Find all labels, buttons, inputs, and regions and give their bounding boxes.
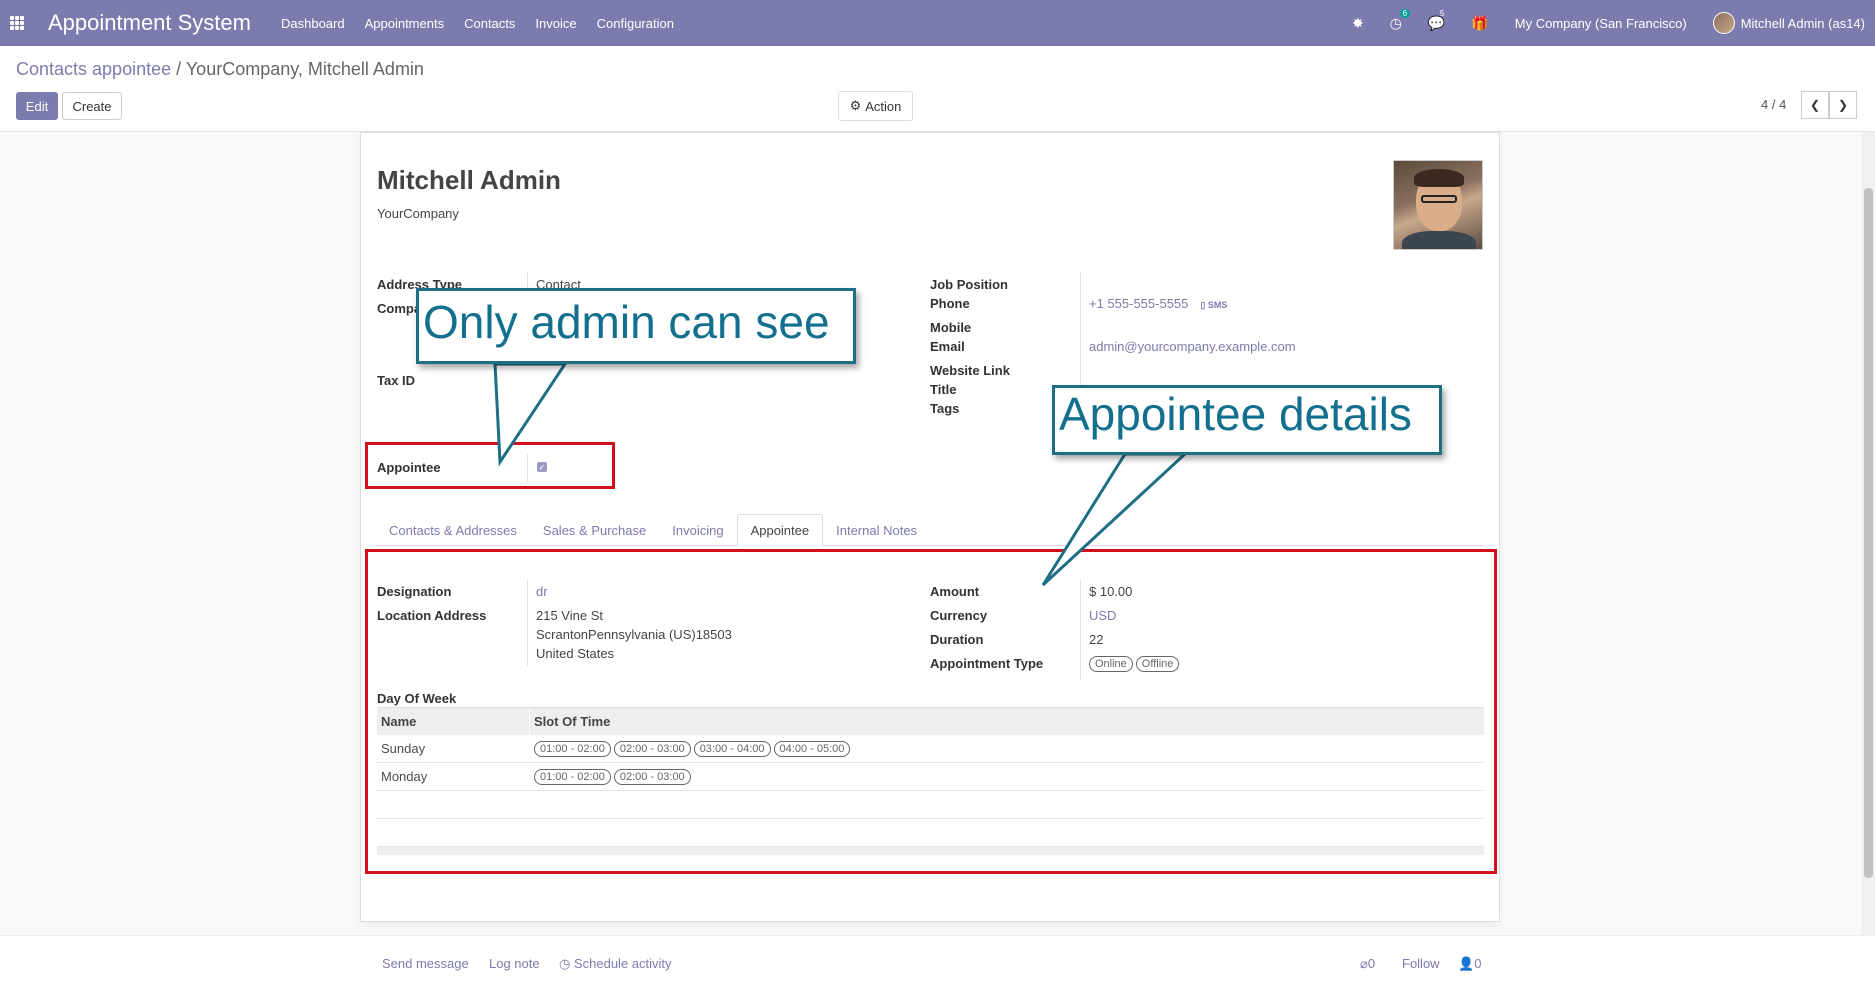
menu-invoice[interactable]: Invoice (535, 16, 576, 31)
paperclip-icon: ⌀ (1360, 956, 1368, 971)
clock-icon: ◷ (559, 956, 571, 971)
gift-icon[interactable]: 🎁 (1471, 15, 1488, 32)
attachments-count: 0 (1367, 956, 1376, 971)
company-switcher[interactable]: My Company (San Francisco) (1515, 16, 1687, 31)
sms-button[interactable]: ▯ SMS (1200, 300, 1227, 310)
breadcrumb-separator: / (176, 59, 182, 79)
appointee-details-highlight-box (365, 549, 1497, 874)
menu-configuration[interactable]: Configuration (597, 16, 674, 31)
phone-value[interactable]: +1 555-555-5555 ▯ SMS (1089, 296, 1227, 311)
action-label: Action (865, 98, 902, 114)
gear-icon: ⚙ (849, 98, 862, 113)
contact-company[interactable]: YourCompany (377, 206, 459, 221)
pager-next-button[interactable]: ❯ (1829, 91, 1857, 119)
callout-admin-only: Only admin can see (416, 288, 856, 364)
tab-appointee[interactable]: Appointee (736, 514, 824, 546)
app-title[interactable]: Appointment System (48, 10, 251, 36)
navbar-right: ✸ ◷ 6 💬 5 🎁 My Company (San Francisco) Mit… (1352, 0, 1865, 46)
job-position-label: Job Position (930, 277, 1008, 292)
activity-count-badge: 6 (1399, 8, 1411, 18)
chevron-left-icon: ❮ (1809, 98, 1821, 112)
user-menu[interactable]: Mitchell Admin (as14) (1741, 16, 1865, 31)
tab-invoicing[interactable]: Invoicing (659, 514, 736, 546)
attachments-button[interactable]: ⌀0 (1360, 956, 1375, 972)
user-icon: 👤 (1458, 956, 1475, 971)
followers-count: 0 (1474, 956, 1482, 971)
appointee-highlight-box (365, 442, 615, 489)
pager-value[interactable]: 4 / 4 (1761, 97, 1786, 112)
bug-icon[interactable]: ✸ (1352, 15, 1364, 32)
scrollbar-thumb[interactable] (1864, 188, 1873, 878)
menu-dashboard[interactable]: Dashboard (281, 16, 345, 31)
menu-appointments[interactable]: Appointments (365, 16, 445, 31)
apps-menu-icon[interactable] (10, 16, 24, 30)
tab-contacts-addresses[interactable]: Contacts & Addresses (376, 514, 530, 546)
messages-icon[interactable]: 💬 5 (1428, 9, 1445, 32)
email-label: Email (930, 339, 965, 354)
chevron-right-icon: ❯ (1837, 98, 1849, 112)
edit-button[interactable]: Edit (16, 92, 58, 120)
log-note-button[interactable]: Log note (489, 956, 540, 971)
create-button[interactable]: Create (62, 92, 122, 120)
chatter-bar: Send message Log note ◷ Schedule activit… (0, 935, 1875, 981)
breadcrumb-parent[interactable]: Contacts appointee (16, 59, 171, 79)
followers-button[interactable]: 👤0 (1458, 956, 1481, 972)
schedule-activity-label: Schedule activity (573, 956, 672, 971)
mobile-label: Mobile (930, 320, 972, 335)
company-label: Compa (377, 301, 422, 316)
breadcrumb: Contacts appointee / YourCompany, Mitche… (16, 59, 424, 80)
send-message-button[interactable]: Send message (382, 956, 469, 971)
phone-number[interactable]: +1 555-555-5555 (1089, 296, 1188, 311)
action-button[interactable]: ⚙ Action (838, 91, 913, 121)
menu-contacts[interactable]: Contacts (464, 16, 515, 31)
control-panel: Contacts appointee / YourCompany, Mitche… (0, 46, 1875, 132)
tab-sales-purchase[interactable]: Sales & Purchase (530, 514, 659, 546)
email-value[interactable]: admin@yourcompany.example.com (1089, 339, 1296, 354)
pager-previous-button[interactable]: ❮ (1801, 91, 1829, 119)
user-avatar[interactable] (1712, 12, 1735, 34)
top-navbar: Appointment System Dashboard Appointment… (0, 0, 1875, 46)
tax-id-label: Tax ID (377, 373, 416, 388)
contact-photo[interactable] (1393, 160, 1483, 250)
sms-label: SMS (1207, 300, 1228, 310)
phone-label: Phone (930, 296, 970, 311)
schedule-activity-button[interactable]: ◷ Schedule activity (559, 956, 672, 972)
breadcrumb-current: YourCompany, Mitchell Admin (185, 59, 424, 79)
website-label: Website Link (930, 363, 1010, 378)
contact-name: Mitchell Admin (377, 165, 561, 195)
follow-button[interactable]: Follow (1402, 956, 1440, 971)
notebook-tabs: Contacts & Addresses Sales & Purchase In… (376, 514, 930, 546)
activity-icon[interactable]: ◷ 6 (1390, 8, 1411, 32)
callout-appointee-details: Appointee details (1052, 385, 1442, 455)
message-count-badge: 5 (1439, 8, 1445, 18)
title-label: Title (930, 382, 957, 397)
tab-internal-notes[interactable]: Internal Notes (823, 514, 930, 546)
tags-label: Tags (930, 401, 960, 416)
